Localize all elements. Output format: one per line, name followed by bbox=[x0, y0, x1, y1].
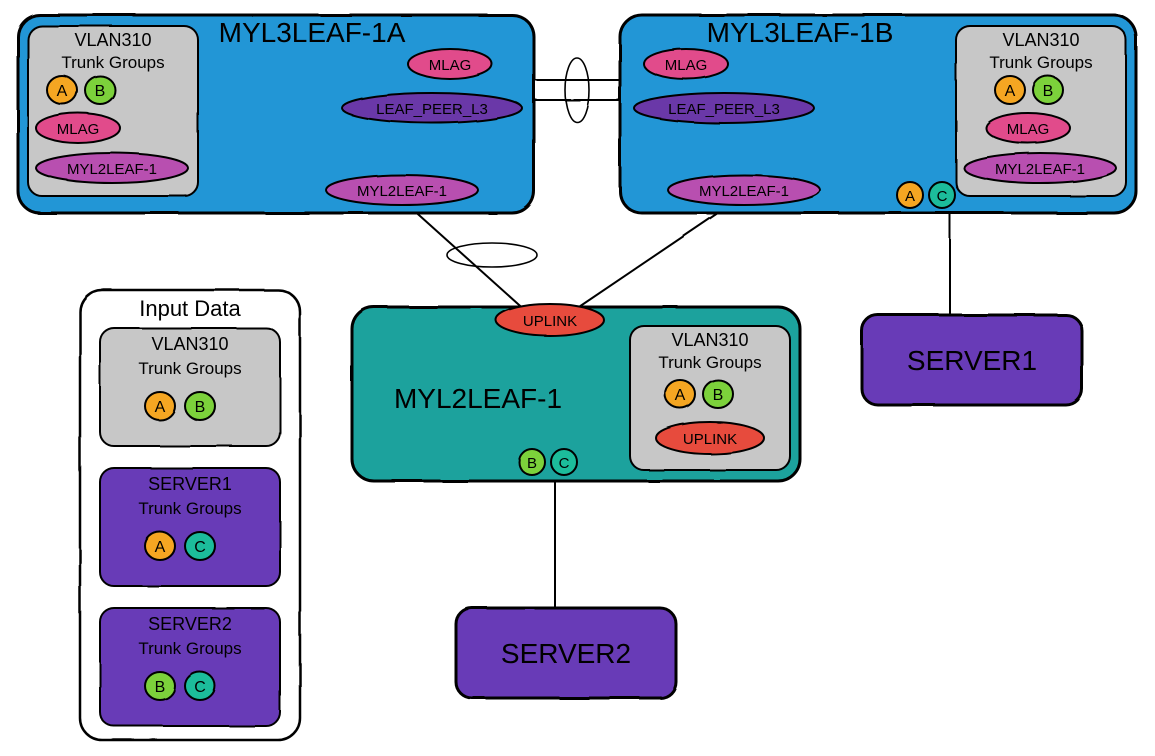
svg-text:MLAG: MLAG bbox=[665, 57, 708, 74]
svg-text:A: A bbox=[155, 399, 166, 416]
svg-text:MYL2LEAF-1: MYL2LEAF-1 bbox=[357, 183, 447, 200]
svg-text:B: B bbox=[713, 387, 724, 404]
svg-text:C: C bbox=[194, 679, 206, 696]
svg-text:Trunk Groups: Trunk Groups bbox=[138, 639, 241, 658]
l2leaf: MYL2LEAF-1 UPLINK VLAN310 Trunk Groups A… bbox=[352, 304, 800, 481]
svg-text:A: A bbox=[155, 539, 166, 556]
svg-text:A: A bbox=[905, 188, 915, 205]
svg-text:B: B bbox=[1043, 83, 1054, 100]
svg-text:LEAF_PEER_L3: LEAF_PEER_L3 bbox=[668, 101, 780, 118]
svg-text:A: A bbox=[57, 83, 68, 100]
svg-text:LEAF_PEER_L3: LEAF_PEER_L3 bbox=[376, 101, 488, 118]
svg-text:Trunk Groups: Trunk Groups bbox=[138, 359, 241, 378]
server2-title: SERVER2 bbox=[501, 638, 631, 669]
legend-server1-card: SERVER1 Trunk Groups A C bbox=[100, 468, 280, 586]
svg-text:A: A bbox=[1005, 83, 1016, 100]
l2leaf-vlan-card: VLAN310 Trunk Groups A B UPLINK bbox=[630, 326, 790, 470]
leaf-1a: MYL3LEAF-1A VLAN310 Trunk Groups A B MLA… bbox=[18, 15, 534, 213]
svg-text:MYL2LEAF-1: MYL2LEAF-1 bbox=[995, 161, 1085, 178]
svg-text:UPLINK: UPLINK bbox=[523, 313, 577, 330]
legend-vlan-card: VLAN310 Trunk Groups A B bbox=[100, 328, 280, 446]
svg-text:VLAN310: VLAN310 bbox=[1002, 30, 1079, 50]
leaf-1b: MYL3LEAF-1B VLAN310 Trunk Groups A B MLA… bbox=[620, 15, 1136, 213]
server1: SERVER1 bbox=[862, 315, 1082, 405]
svg-text:C: C bbox=[937, 188, 948, 205]
l2leaf-title: MYL2LEAF-1 bbox=[394, 383, 562, 414]
leaf-1a-title: MYL3LEAF-1A bbox=[219, 17, 406, 48]
vlan-subtitle: Trunk Groups bbox=[61, 53, 164, 72]
svg-text:C: C bbox=[194, 539, 206, 556]
svg-text:B: B bbox=[95, 83, 106, 100]
leaf-1b-title: MYL3LEAF-1B bbox=[707, 17, 894, 48]
svg-text:SERVER2: SERVER2 bbox=[148, 614, 232, 634]
svg-text:Trunk Groups: Trunk Groups bbox=[658, 353, 761, 372]
svg-text:Trunk Groups: Trunk Groups bbox=[989, 53, 1092, 72]
legend-title: Input Data bbox=[139, 296, 241, 321]
leaf-1b-vlan-card: VLAN310 Trunk Groups A B MLAG MYL2LEAF-1 bbox=[956, 26, 1126, 196]
svg-text:SERVER1: SERVER1 bbox=[148, 474, 232, 494]
vlan-title: VLAN310 bbox=[74, 30, 151, 50]
svg-text:A: A bbox=[675, 387, 686, 404]
svg-text:B: B bbox=[155, 679, 166, 696]
svg-text:MYL2LEAF-1: MYL2LEAF-1 bbox=[67, 161, 157, 178]
svg-text:C: C bbox=[559, 455, 570, 472]
legend: Input Data VLAN310 Trunk Groups A B SERV… bbox=[80, 290, 300, 740]
svg-text:B: B bbox=[527, 455, 537, 472]
svg-text:MLAG: MLAG bbox=[1007, 121, 1050, 138]
server1-title: SERVER1 bbox=[907, 345, 1037, 376]
svg-text:Trunk Groups: Trunk Groups bbox=[138, 499, 241, 518]
svg-text:B: B bbox=[195, 399, 206, 416]
svg-text:MLAG: MLAG bbox=[429, 57, 472, 74]
svg-text:UPLINK: UPLINK bbox=[683, 431, 737, 448]
svg-text:MYL2LEAF-1: MYL2LEAF-1 bbox=[699, 183, 789, 200]
server2: SERVER2 bbox=[456, 608, 676, 698]
svg-text:MLAG: MLAG bbox=[57, 121, 100, 138]
leaf-1a-vlan-card: VLAN310 Trunk Groups A B MLAG MYL2LEAF-1 bbox=[28, 26, 198, 196]
svg-text:VLAN310: VLAN310 bbox=[671, 330, 748, 350]
legend-server2-card: SERVER2 Trunk Groups B C bbox=[100, 608, 280, 726]
network-diagram: MYL3LEAF-1A VLAN310 Trunk Groups A B MLA… bbox=[0, 0, 1155, 756]
svg-text:VLAN310: VLAN310 bbox=[151, 334, 228, 354]
